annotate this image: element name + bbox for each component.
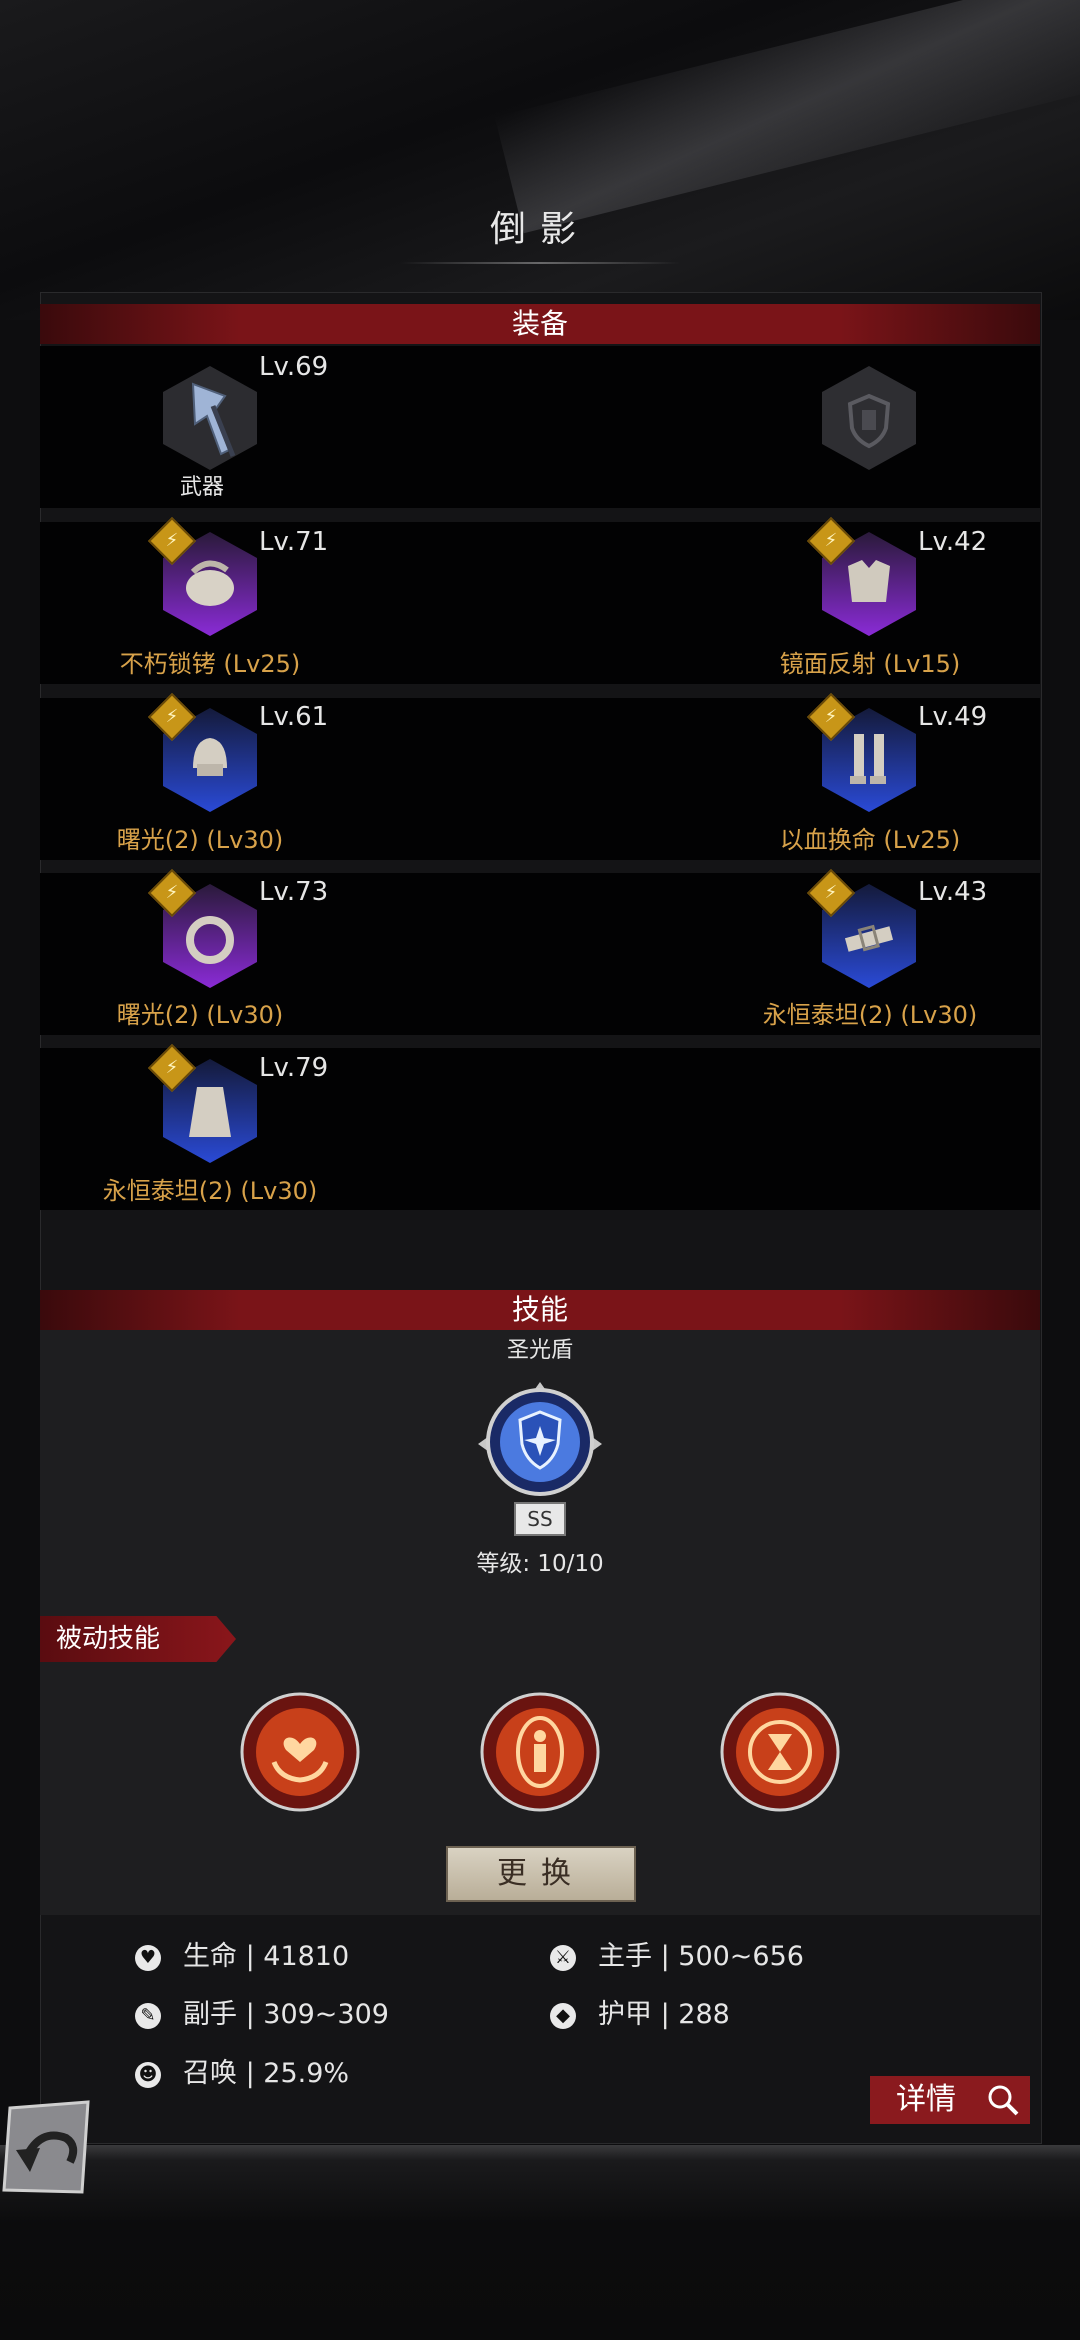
passive-skill-1[interactable]: [240, 1692, 360, 1812]
details-label: 详情: [896, 2082, 956, 2117]
stat-armor: ◆ 护甲 | 288: [550, 1992, 730, 2031]
stat-label: 主手: [598, 1941, 652, 1972]
equipment-item-6[interactable]: ⚡: [806, 868, 924, 988]
item-level: Lv.43: [918, 877, 988, 907]
stat-label: 生命: [183, 1941, 237, 1972]
item-name: 以血换命 (Lv25): [779, 826, 961, 854]
equipment-item-5[interactable]: ⚡: [147, 868, 265, 988]
item-name: 曙光(2) (Lv30): [116, 826, 284, 854]
summon-icon: ☻: [135, 2061, 161, 2088]
active-skill-button[interactable]: [478, 1382, 602, 1506]
offhand-icon: ✎: [135, 2002, 161, 2029]
item-name: 永恒泰坦(2) (Lv30): [762, 1001, 978, 1029]
weapon-level: Lv.69: [259, 352, 329, 382]
back-arrow-icon: [2, 2100, 90, 2194]
shield-icon: [847, 393, 891, 449]
back-button[interactable]: [0, 2098, 94, 2196]
stat-summon: ☻ 召唤 | 25.9%: [135, 2051, 349, 2090]
page-title: 倒影: [489, 209, 590, 250]
stat-value: 500~656: [678, 1941, 804, 1972]
passive-skills-tab: 被动技能: [40, 1616, 236, 1662]
weapon-frame: [163, 366, 257, 470]
stat-hp: ♥ 生命 | 41810: [135, 1934, 349, 1973]
stat-label: 召唤: [183, 2058, 237, 2089]
skill-grade-badge: SS: [514, 1502, 566, 1536]
hourglass-icon: [720, 1692, 840, 1812]
healing-hands-icon: [240, 1692, 360, 1812]
sword-icon: ⚔: [550, 1944, 576, 1971]
stat-value: 309~309: [263, 1999, 389, 2030]
armor-icon: ◆: [550, 2002, 576, 2029]
passive-skill-3[interactable]: [720, 1692, 840, 1812]
figure-aura-icon: [480, 1692, 600, 1812]
magnifier-icon: [988, 2085, 1019, 2116]
title-divider: [400, 262, 680, 264]
item-name: 永恒泰坦(2) (Lv30): [102, 1177, 318, 1205]
bottom-frame: [0, 2145, 1080, 2340]
background: [0, 0, 1080, 320]
item-level: Lv.71: [259, 527, 329, 557]
active-skill-name: 圣光盾: [506, 1338, 573, 1363]
holy-shield-icon: [478, 1382, 602, 1496]
equipment-item-1[interactable]: ⚡: [147, 516, 265, 636]
heart-icon: ♥: [135, 1944, 161, 1971]
equipment-item-2[interactable]: ⚡: [806, 516, 924, 636]
item-level: Lv.79: [259, 1053, 329, 1083]
axe-icon: [191, 382, 236, 457]
stat-off-hand: ✎ 副手 | 309~309: [135, 1992, 389, 2031]
change-skill-button[interactable]: 更换: [446, 1846, 636, 1902]
item-level: Lv.49: [918, 702, 988, 732]
item-name: 曙光(2) (Lv30): [116, 1001, 284, 1029]
stat-value: 25.9%: [263, 2058, 350, 2089]
item-name: 不朽锁铐 (Lv25): [119, 650, 301, 678]
skills-header: 技能: [40, 1290, 1040, 1330]
equipment-item-7[interactable]: ⚡: [147, 1043, 265, 1163]
equipment-header: 装备: [40, 304, 1040, 344]
offhand-slot[interactable]: [814, 358, 924, 470]
passive-skill-2[interactable]: [480, 1692, 600, 1812]
offhand-frame: [822, 366, 916, 470]
stat-main-hand: ⚔ 主手 | 500~656: [550, 1934, 804, 1973]
equipment-item-4[interactable]: ⚡: [806, 692, 924, 812]
details-button[interactable]: 详情: [870, 2076, 1030, 2124]
stat-value: 41810: [263, 1941, 350, 1972]
stat-label: 副手: [183, 1999, 237, 2030]
stat-value: 288: [678, 1999, 730, 2030]
stat-label: 护甲: [598, 1999, 652, 2030]
skill-level: 等级: 10/10: [476, 1551, 604, 1577]
weapon-slot[interactable]: [155, 358, 265, 470]
item-level: Lv.73: [259, 877, 329, 907]
item-level: Lv.42: [918, 527, 988, 557]
item-level: Lv.61: [259, 702, 329, 732]
item-name: 镜面反射 (Lv15): [779, 650, 961, 678]
weapon-label: 武器: [180, 475, 225, 500]
equipment-item-3[interactable]: ⚡: [147, 692, 265, 812]
